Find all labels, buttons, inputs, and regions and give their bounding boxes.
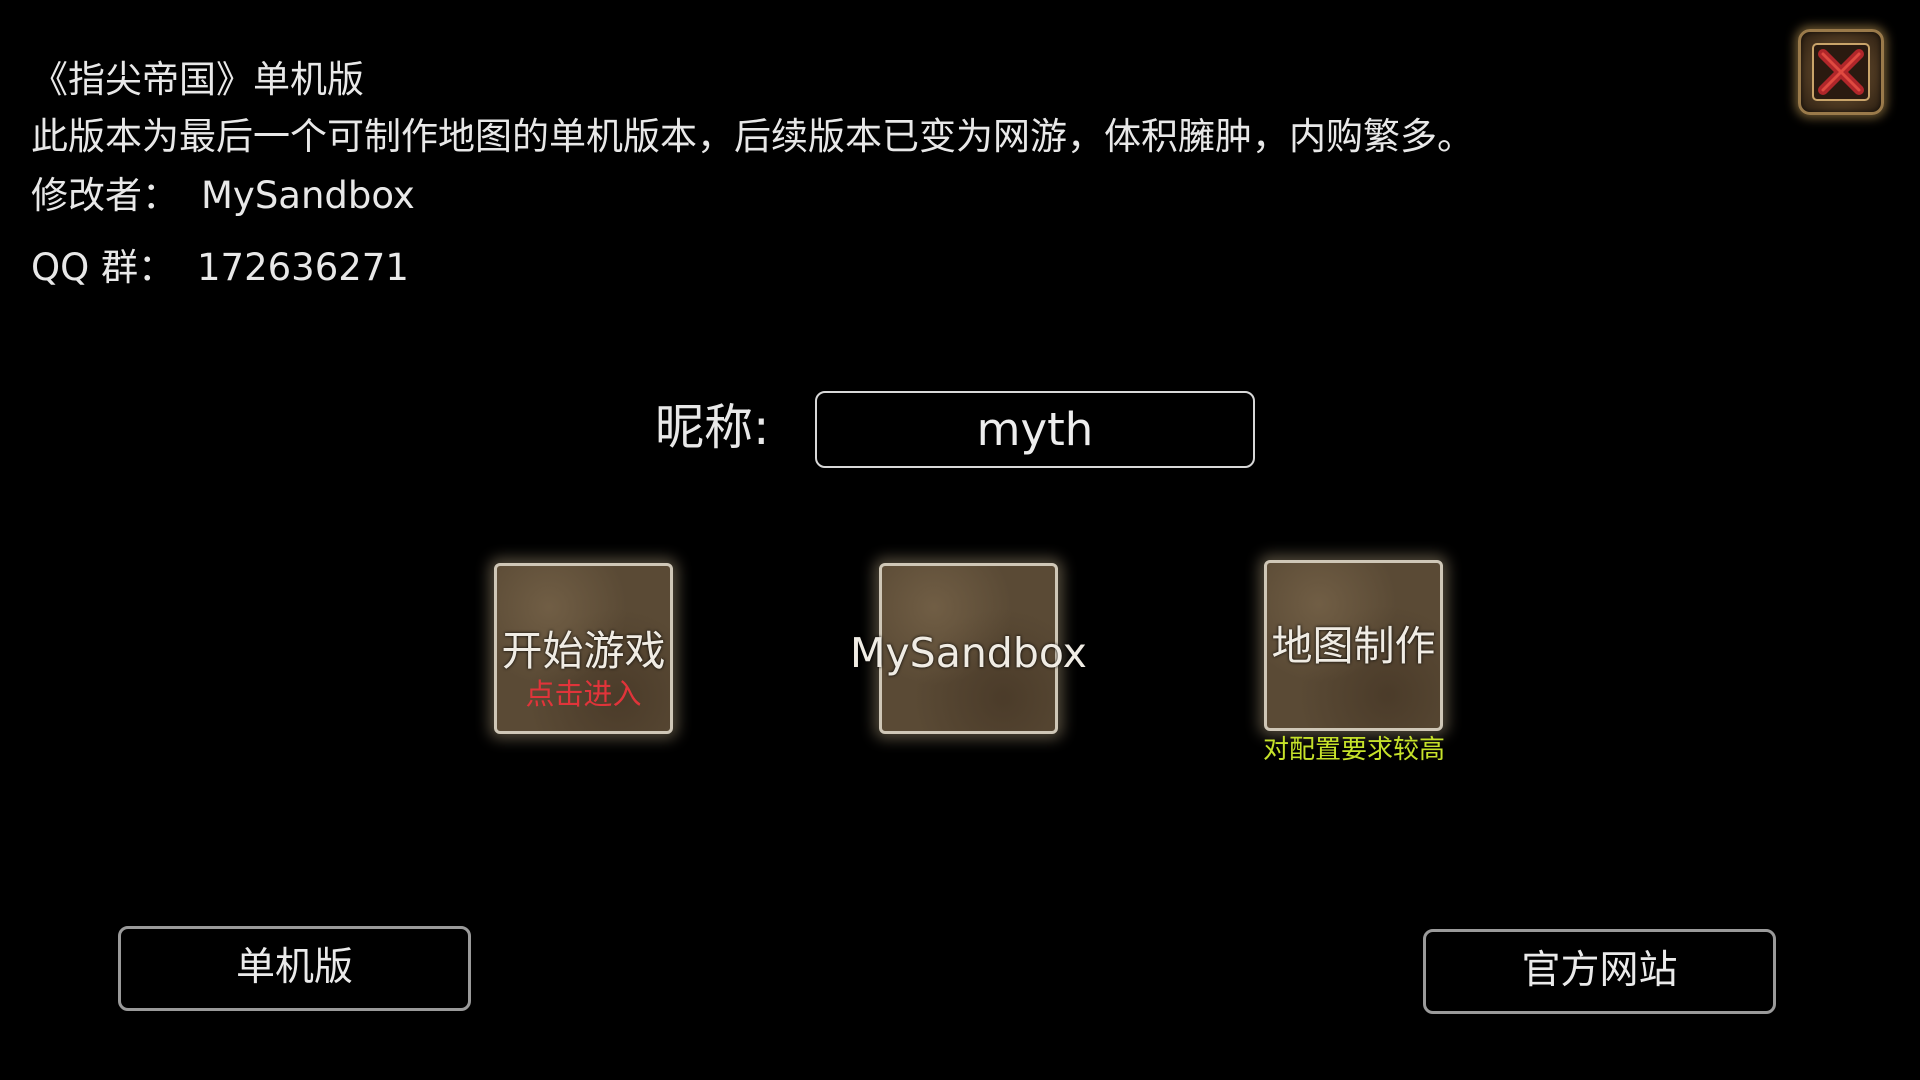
qq-group-label: QQ 群： xyxy=(31,246,176,289)
start-game-sub-label: 点击进入 xyxy=(525,677,642,711)
game-title: 《指尖帝国》单机版 xyxy=(31,58,364,101)
mysandbox-button[interactable]: MySandbox xyxy=(850,563,1087,734)
start-game-button[interactable]: 开始游戏 点击进入 xyxy=(494,563,673,734)
map-maker-label: 地图制作 xyxy=(1271,622,1436,670)
modder-line: 修改者： MySandbox xyxy=(31,173,415,219)
modder-label: 修改者： xyxy=(31,174,179,217)
version-description: 此版本为最后一个可制作地图的单机版本，后续版本已变为网游，体积臃肿，内购繁多。 xyxy=(31,115,1474,158)
qq-group-line: QQ 群： 172636271 xyxy=(31,245,409,291)
qq-group-value: 172636271 xyxy=(197,246,409,289)
nickname-input[interactable] xyxy=(815,391,1255,468)
map-maker-button[interactable]: 地图制作 xyxy=(1264,560,1443,731)
close-x-icon xyxy=(1812,43,1870,101)
official-website-button[interactable]: 官方网站 xyxy=(1423,929,1776,1014)
offline-version-button[interactable]: 单机版 xyxy=(118,926,471,1011)
modder-value: MySandbox xyxy=(201,174,415,217)
close-button[interactable] xyxy=(1798,29,1884,115)
map-maker-requirement-note: 对配置要求较高 xyxy=(1262,735,1445,765)
nickname-label: 昵称: xyxy=(655,399,770,456)
start-game-label: 开始游戏 xyxy=(501,627,666,675)
mysandbox-label: MySandbox xyxy=(850,629,1087,677)
